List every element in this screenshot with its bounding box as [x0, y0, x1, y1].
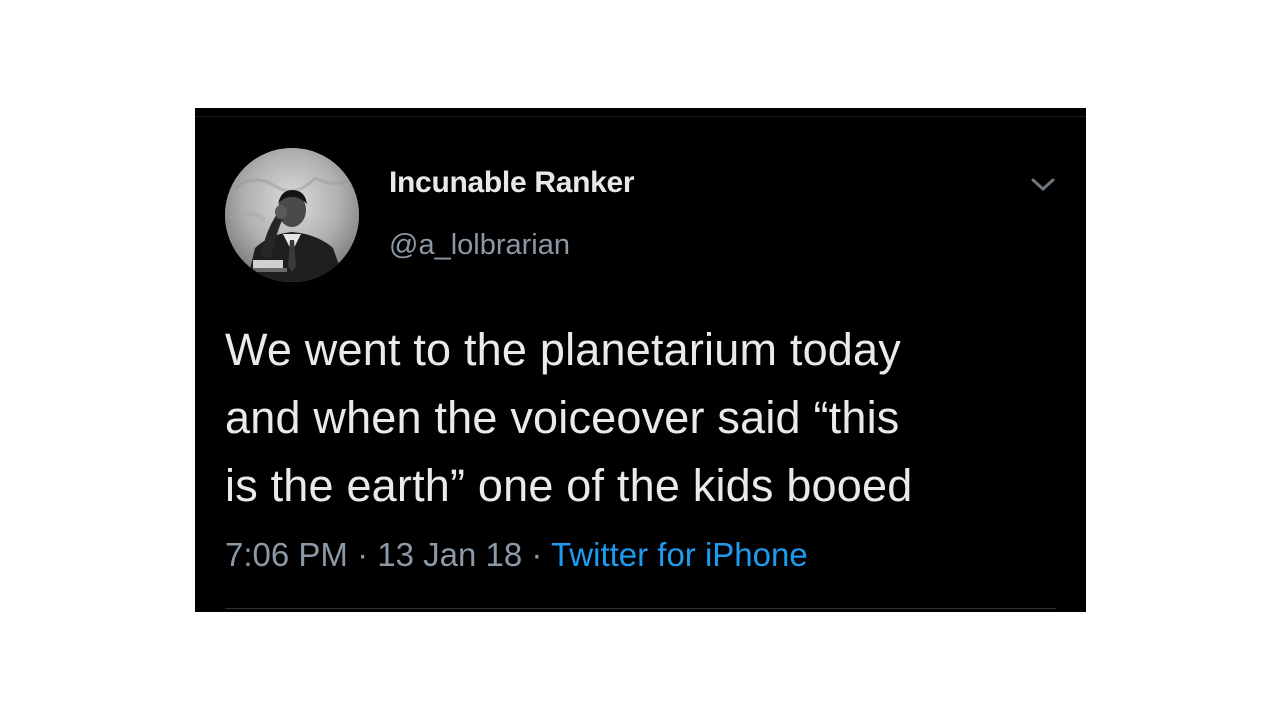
tweet-meta: 7:06 PM · 13 Jan 18 · Twitter for iPhone — [225, 536, 808, 574]
meta-separator: · — [522, 536, 551, 573]
tweet-card: Incunable Ranker @a_lolbrarian We went t… — [195, 108, 1086, 612]
bottom-divider — [225, 608, 1056, 609]
avatar[interactable] — [225, 148, 359, 282]
tweet-date[interactable]: 13 Jan 18 — [377, 536, 522, 573]
tweet-text: We went to the planetarium today and whe… — [225, 324, 913, 511]
meta-separator: · — [347, 536, 378, 573]
display-name[interactable]: Incunable Ranker — [389, 166, 635, 200]
chevron-down-icon[interactable] — [1029, 172, 1057, 196]
user-handle[interactable]: @a_lolbrarian — [389, 229, 570, 262]
tweet-time[interactable]: 7:06 PM — [225, 536, 348, 573]
top-divider — [195, 116, 1086, 117]
tweet-source-link[interactable]: Twitter for iPhone — [551, 536, 808, 573]
avatar-photo-icon — [225, 148, 359, 282]
